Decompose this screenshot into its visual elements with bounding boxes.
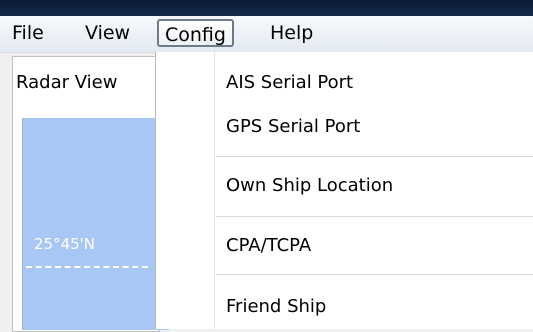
menu-file[interactable]: File (6, 19, 50, 47)
latitude-gridline (26, 266, 148, 268)
radar-display[interactable] (22, 118, 169, 330)
config-dropdown-menu: AIS Serial Port GPS Serial Port Own Ship… (155, 52, 533, 329)
menu-separator (216, 274, 533, 275)
menu-bar: File View Config Help (0, 16, 533, 53)
menu-separator (216, 216, 533, 217)
menu-item-ais-serial-port[interactable]: AIS Serial Port (226, 72, 353, 93)
menu-help[interactable]: Help (264, 19, 319, 47)
tab-radar-view[interactable]: Radar View (16, 72, 117, 93)
menu-item-own-ship-location[interactable]: Own Ship Location (226, 175, 393, 196)
menu-separator (216, 156, 533, 157)
menu-config[interactable]: Config (157, 19, 234, 47)
menu-item-friend-ship[interactable]: Friend Ship (226, 296, 326, 317)
window-titlebar (0, 0, 533, 16)
menu-column-divider (214, 52, 215, 329)
menu-item-cpa-tcpa[interactable]: CPA/TCPA (226, 235, 311, 256)
menu-icon-column (156, 52, 214, 329)
menu-view[interactable]: View (79, 19, 136, 47)
latitude-label: 25°45'N (34, 235, 96, 253)
menu-item-gps-serial-port[interactable]: GPS Serial Port (226, 116, 360, 137)
